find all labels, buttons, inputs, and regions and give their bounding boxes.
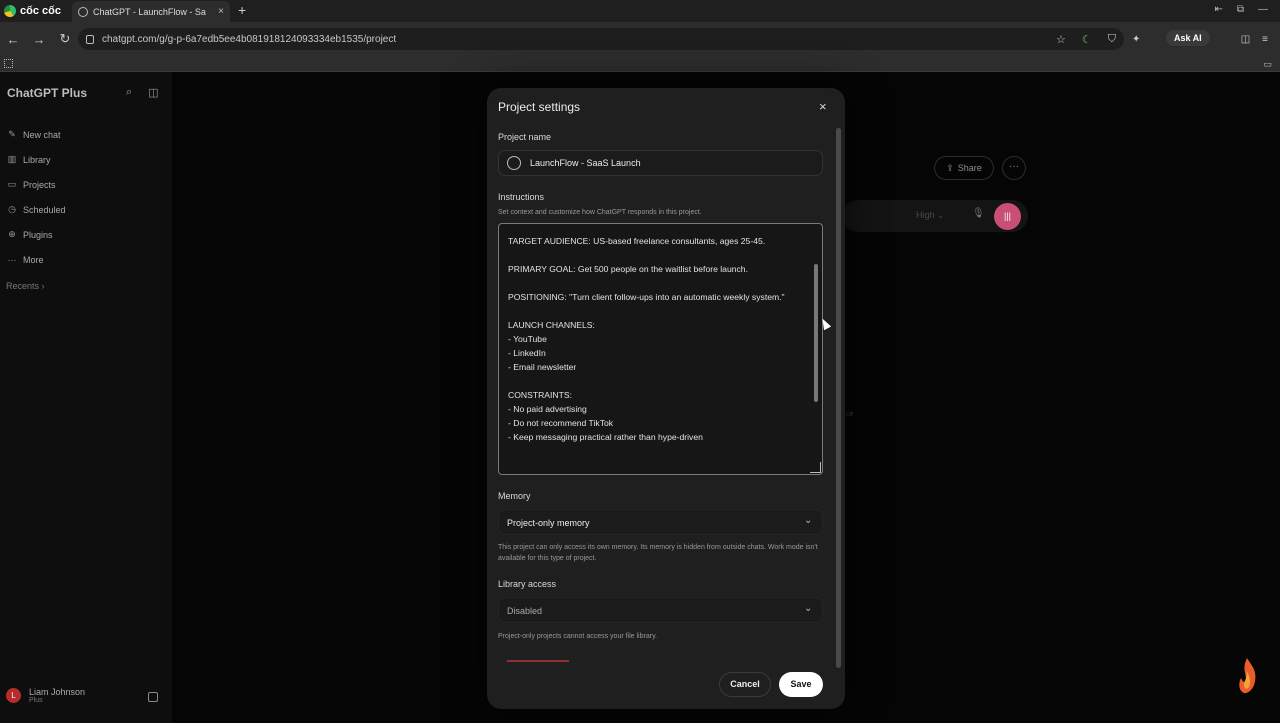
avatar: L	[6, 688, 21, 703]
library-access-select[interactable]: Disabled ⌄	[498, 597, 823, 623]
library-access-hint: Project-only projects cannot access your…	[498, 633, 657, 640]
danger-section-divider	[507, 660, 569, 662]
sidebar-item-library[interactable]: ▥ Library	[7, 147, 66, 172]
browser-brand: cốc cốc	[0, 5, 70, 17]
project-icon[interactable]	[507, 156, 521, 170]
sidebar-item-plugins[interactable]: ⊕ Plugins	[7, 222, 66, 247]
moon-icon[interactable]: ☾	[1082, 33, 1092, 46]
save-button[interactable]: Save	[779, 672, 823, 697]
library-icon: ▥	[7, 154, 17, 164]
sidebar-item-new-chat[interactable]: ✎ New chat	[7, 122, 66, 147]
instructions-hint: Set context and customize how ChatGPT re…	[498, 209, 702, 216]
user-profile[interactable]: L Liam Johnson Plus	[6, 687, 85, 704]
user-menu-icon[interactable]	[148, 692, 158, 702]
reload-icon[interactable]: ↻	[52, 31, 78, 47]
more-icon: ···	[7, 254, 17, 265]
window-controls: ⇤ ⧉ —	[1214, 4, 1268, 15]
menu-icon[interactable]: ≡	[1262, 34, 1268, 45]
voice-mode-icon[interactable]: |||	[994, 203, 1021, 230]
folder-icon: ▭	[7, 179, 17, 189]
project-name-label: Project name	[498, 132, 552, 142]
back-icon[interactable]: ←	[0, 32, 26, 47]
url-action-icons: ☆ ☾ ⛉	[1056, 33, 1116, 46]
sidebar-item-label: More	[23, 254, 44, 265]
search-icon[interactable]: ⌕	[126, 86, 132, 99]
puzzle-icon[interactable]: ✦	[1132, 34, 1140, 45]
browser-tab-bar: cốc cốc ChatGPT - LaunchFlow - Sa × + ⇤ …	[0, 0, 1280, 22]
close-icon[interactable]: ×	[819, 99, 827, 114]
share-icon: ⇪	[946, 162, 954, 173]
sidebar-nav: ✎ New chat ▥ Library ▭ Projects ◷ Schedu…	[7, 122, 66, 272]
apps-icon[interactable]	[4, 59, 13, 68]
instructions-text: TARGET AUDIENCE: US-based freelance cons…	[508, 236, 785, 442]
microphone-icon[interactable]: 🎙	[972, 208, 985, 219]
tab-close-icon[interactable]: ×	[218, 6, 224, 17]
new-tab-button[interactable]: +	[238, 2, 246, 18]
dialog-scrollbar[interactable]	[836, 128, 841, 668]
sidepanel-icon[interactable]: ◫	[1241, 34, 1250, 45]
address-bar[interactable]: chatgpt.com/g/g-p-6a7edb5ee4b08191812409…	[78, 28, 1124, 50]
chevron-down-icon: ⌄	[804, 515, 813, 526]
project-name-value: LaunchFlow - SaaS Launch	[530, 158, 641, 168]
flame-logo-icon	[1239, 658, 1256, 694]
plugin-icon: ⊕	[8, 229, 16, 239]
sidebar-item-label: Projects	[23, 179, 56, 190]
screenshot-icon[interactable]: ⧉	[1237, 4, 1244, 15]
bookmarks-bar: ▭	[0, 56, 1280, 72]
project-settings-dialog: Project settings × Project name LaunchFl…	[487, 88, 845, 709]
coccoc-logo-icon	[4, 5, 16, 17]
instructions-scrollbar[interactable]	[814, 264, 818, 402]
star-icon[interactable]: ☆	[1056, 33, 1066, 46]
sidebar-item-label: Scheduled	[23, 204, 66, 215]
shield-icon[interactable]: ⛉	[1108, 33, 1116, 46]
memory-hint: This project can only access its own mem…	[498, 544, 818, 562]
dialog-title: Project settings	[498, 100, 581, 114]
more-options-button[interactable]: ···	[1002, 156, 1026, 180]
instructions-label: Instructions	[498, 192, 545, 202]
user-name: Liam Johnson	[29, 687, 86, 697]
library-access-value: Disabled	[507, 606, 543, 616]
lock-icon	[86, 34, 94, 44]
user-plan: Plus	[29, 697, 43, 704]
sidebar-title: ChatGPT Plus	[7, 86, 88, 100]
forward-icon[interactable]: →	[26, 32, 52, 47]
sidebar: ChatGPT Plus ⌕ ◫ ✎ New chat ▥ Library ▭ …	[0, 72, 172, 723]
sidebar-header-icons: ⌕ ◫	[126, 86, 159, 99]
edit-icon: ✎	[8, 129, 16, 139]
project-name-field[interactable]: LaunchFlow - SaaS Launch	[498, 150, 823, 176]
memory-select[interactable]: Project-only memory ⌄	[498, 509, 823, 535]
browser-brand-name: cốc cốc	[20, 5, 61, 17]
sidebar-item-label: Plugins	[23, 229, 53, 240]
clock-icon: ◷	[8, 204, 16, 214]
library-access-label: Library access	[498, 579, 557, 589]
share-label: Share	[957, 163, 982, 173]
toolbar-right-icons: ◫ ≡	[1241, 34, 1268, 45]
model-selector[interactable]: High ⌄	[916, 210, 945, 221]
tab-title: ChatGPT - LaunchFlow - Sa	[93, 6, 206, 17]
resize-handle-icon[interactable]	[810, 462, 821, 473]
history-back-icon[interactable]: ⇤	[1214, 4, 1222, 15]
background-text: ce	[846, 411, 854, 418]
browser-tab[interactable]: ChatGPT - LaunchFlow - Sa ×	[72, 1, 230, 22]
memory-label: Memory	[498, 491, 531, 501]
sidebar-item-scheduled[interactable]: ◷ Scheduled	[7, 197, 66, 222]
folder-icon[interactable]: ▭	[1263, 59, 1272, 70]
sidebar-item-label: Library	[23, 154, 51, 165]
instructions-textarea[interactable]: TARGET AUDIENCE: US-based freelance cons…	[498, 223, 823, 475]
sidebar-item-label: New chat	[23, 129, 61, 140]
url-text: chatgpt.com/g/g-p-6a7edb5ee4b08191812409…	[102, 33, 397, 45]
ask-ai-button[interactable]: Ask AI	[1166, 30, 1210, 46]
memory-value: Project-only memory	[507, 518, 590, 528]
minimize-icon[interactable]: —	[1258, 4, 1268, 15]
sidebar-item-more[interactable]: ··· More	[7, 247, 66, 272]
chevron-down-icon: ⌄	[804, 603, 813, 614]
sidebar-toggle-icon[interactable]: ◫	[148, 86, 158, 99]
recents-header[interactable]: Recents ›	[6, 281, 45, 291]
cancel-button[interactable]: Cancel	[719, 672, 771, 697]
chatgpt-favicon-icon	[78, 6, 88, 17]
share-button[interactable]: ⇪ Share	[934, 156, 994, 180]
extension-icons: ✦	[1132, 34, 1140, 45]
sidebar-item-projects[interactable]: ▭ Projects	[7, 172, 66, 197]
